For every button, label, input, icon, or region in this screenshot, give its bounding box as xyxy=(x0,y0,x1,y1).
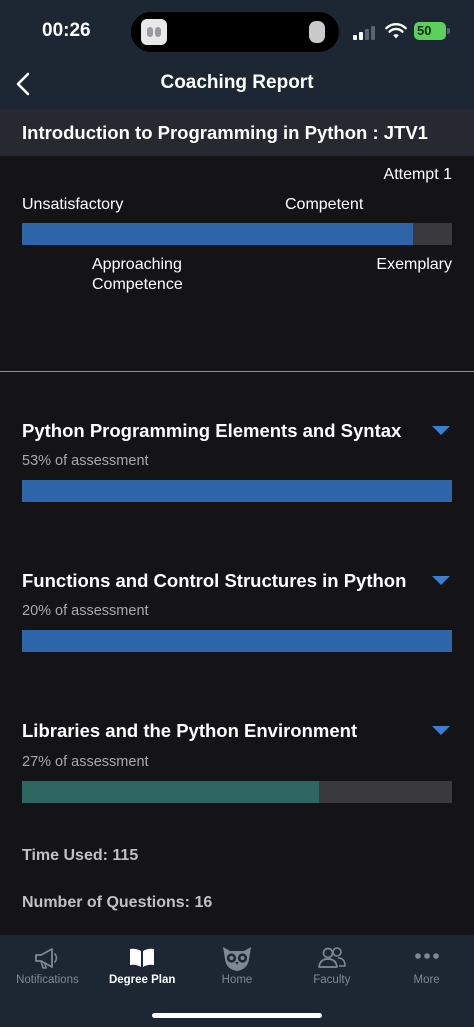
app-screen: 00:26 50 Coaching Report Introduction to… xyxy=(0,0,474,1027)
owl-icon xyxy=(222,947,251,971)
megaphone-icon xyxy=(35,948,58,969)
section-title: Functions and Control Structures in Pyth… xyxy=(22,570,407,591)
time-used: Time Used: 115 xyxy=(22,847,139,864)
attempt-label: Attempt 1 xyxy=(383,166,452,183)
cellular-signal-icon xyxy=(353,25,377,40)
number-of-questions: Number of Questions: 16 xyxy=(22,894,213,911)
section-progress-fill xyxy=(22,480,452,502)
section-progress-fill xyxy=(22,630,452,652)
section-progress-bar xyxy=(22,781,452,803)
tab-faculty[interactable]: Faculty xyxy=(284,935,379,1005)
tab-label: Faculty xyxy=(313,974,351,986)
overall-progress-bar xyxy=(22,223,452,245)
people-icon xyxy=(317,947,346,968)
scale-label-exemplary: Exemplary xyxy=(376,256,452,273)
home-indicator[interactable] xyxy=(152,1013,322,1018)
section-progress-bar xyxy=(22,630,452,652)
section-title: Libraries and the Python Environment xyxy=(22,720,358,741)
chevron-down-icon[interactable] xyxy=(432,426,450,435)
tab-label: Home xyxy=(221,974,253,986)
scale-label-unsatisfactory: Unsatisfactory xyxy=(22,196,124,213)
chevron-down-icon[interactable] xyxy=(432,726,450,735)
section-progress-bar xyxy=(22,480,452,502)
tab-label: Notifications xyxy=(16,974,79,986)
more-dots-icon xyxy=(414,953,439,959)
divider xyxy=(0,371,474,372)
scale-label-approaching: Approaching Competence xyxy=(92,256,183,293)
section-progress-fill xyxy=(22,781,319,803)
homepod-icon xyxy=(309,21,325,43)
dynamic-island xyxy=(131,12,339,52)
chevron-down-icon[interactable] xyxy=(432,576,450,585)
tab-label: More xyxy=(413,974,440,986)
wifi-icon xyxy=(385,23,407,39)
tab-degree-plan[interactable]: Degree Plan xyxy=(95,935,190,1005)
page-title: Coaching Report xyxy=(160,72,314,93)
course-title: Introduction to Programming in Python : … xyxy=(22,122,428,143)
section-weight: 27% of assessment xyxy=(22,754,149,770)
section-weight: 20% of assessment xyxy=(22,603,149,619)
tab-label: Degree Plan xyxy=(108,974,176,986)
tab-notifications[interactable]: Notifications xyxy=(0,935,95,1005)
book-icon xyxy=(130,948,155,967)
airpods-icon xyxy=(141,19,167,45)
overall-progress-fill xyxy=(22,223,414,245)
section-title: Python Programming Elements and Syntax xyxy=(22,420,402,441)
section-weight: 53% of assessment xyxy=(22,453,149,469)
battery-level: 50 xyxy=(417,23,432,38)
status-time: 00:26 xyxy=(42,20,91,41)
tab-more[interactable]: More xyxy=(379,935,474,1005)
tab-home[interactable]: Home xyxy=(190,935,285,1005)
top-bar: 00:26 50 Coaching Report xyxy=(0,0,474,110)
battery-indicator: 50 xyxy=(414,22,450,40)
scale-label-competent: Competent xyxy=(285,196,364,213)
